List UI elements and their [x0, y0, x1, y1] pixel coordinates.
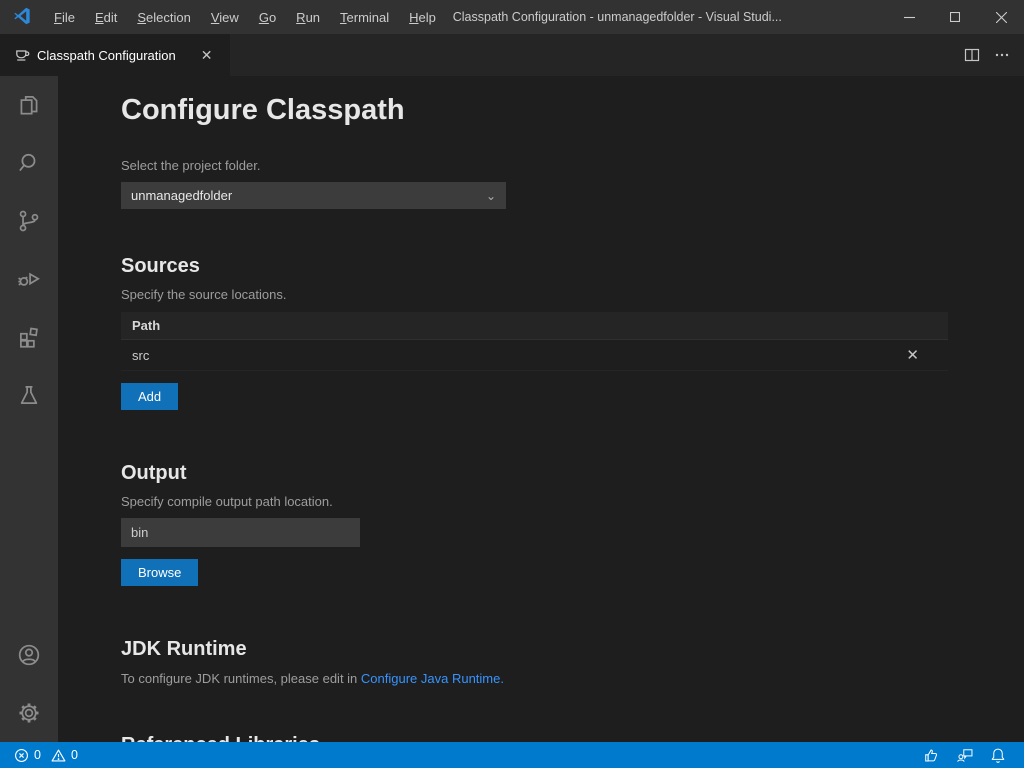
problems-indicator[interactable]: 0 0 [10, 748, 87, 763]
vscode-logo-icon [12, 7, 32, 27]
tab-close-icon[interactable]: ✕ [197, 46, 217, 65]
titlebar: File Edit Selection View Go Run Terminal… [0, 0, 1024, 34]
project-folder-label: Select the project folder. [121, 158, 1006, 173]
menu-terminal[interactable]: Terminal [332, 6, 397, 29]
errors-icon [14, 748, 29, 763]
referenced-libraries-heading: Referenced Libraries [121, 734, 1006, 742]
feedback-thumbs-up-icon[interactable] [923, 747, 940, 764]
warnings-icon [51, 748, 66, 763]
tab-label: Classpath Configuration [37, 48, 176, 63]
menu-selection[interactable]: Selection [129, 6, 198, 29]
extensions-icon[interactable] [0, 308, 58, 366]
menu-view[interactable]: View [203, 6, 247, 29]
jdk-runtime-heading: JDK Runtime [121, 638, 1006, 661]
configure-java-runtime-link[interactable]: Configure Java Runtime [361, 671, 500, 686]
source-path-value: src [132, 348, 149, 363]
vscode-window: File Edit Selection View Go Run Terminal… [0, 0, 1024, 768]
menu-run[interactable]: Run [288, 6, 328, 29]
explorer-icon[interactable] [0, 76, 58, 134]
project-folder-select[interactable]: unmanagedfolder ⌄ [121, 182, 506, 209]
split-editor-icon[interactable] [964, 47, 980, 63]
project-folder-selected-value: unmanagedfolder [131, 188, 232, 203]
output-description: Specify compile output path location. [121, 494, 1006, 509]
menu-help[interactable]: Help [401, 6, 444, 29]
status-bar: 0 0 [0, 742, 1024, 768]
chevron-down-icon: ⌄ [486, 189, 496, 203]
status-bar-right [923, 747, 1014, 764]
minimize-button[interactable] [886, 0, 932, 34]
menu-file[interactable]: File [46, 6, 83, 29]
maximize-button[interactable] [932, 0, 978, 34]
search-icon[interactable] [0, 134, 58, 192]
tweet-feedback-icon[interactable] [956, 747, 974, 764]
notifications-bell-icon[interactable] [990, 747, 1006, 764]
window-title: Classpath Configuration - unmanagedfolde… [453, 10, 782, 24]
window-controls [886, 0, 1024, 34]
close-button[interactable] [978, 0, 1024, 34]
tab-bar: Classpath Configuration ✕ [0, 34, 1024, 76]
settings-gear-icon[interactable] [0, 684, 58, 742]
testing-icon[interactable] [0, 366, 58, 424]
page-title: Configure Classpath [121, 90, 1006, 130]
browse-output-button[interactable]: Browse [121, 559, 198, 586]
activity-bar [0, 76, 58, 742]
add-source-button[interactable]: Add [121, 383, 178, 410]
jdk-runtime-text-after: . [500, 671, 504, 686]
source-control-icon[interactable] [0, 192, 58, 250]
java-cup-icon [14, 47, 30, 63]
tab-classpath-configuration[interactable]: Classpath Configuration ✕ [0, 34, 230, 76]
sources-table: Path src ✕ [121, 312, 948, 371]
error-count: 0 [34, 748, 41, 762]
sources-table-header-path: Path [121, 312, 948, 340]
classpath-configuration-page: Configure Classpath Select the project f… [58, 76, 1024, 742]
warning-count: 0 [71, 748, 78, 762]
remove-source-icon[interactable]: ✕ [888, 346, 937, 364]
run-and-debug-icon[interactable] [0, 250, 58, 308]
sources-heading: Sources [121, 255, 1006, 278]
jdk-runtime-text-before: To configure JDK runtimes, please edit i… [121, 671, 361, 686]
jdk-runtime-text: To configure JDK runtimes, please edit i… [121, 671, 1006, 686]
menu-edit[interactable]: Edit [87, 6, 125, 29]
output-path-input[interactable] [121, 518, 360, 547]
sources-description: Specify the source locations. [121, 287, 1006, 302]
menu-go[interactable]: Go [251, 6, 284, 29]
more-actions-icon[interactable] [994, 47, 1010, 63]
output-heading: Output [121, 462, 1006, 485]
account-icon[interactable] [0, 626, 58, 684]
editor-actions [964, 34, 1024, 76]
sources-table-row[interactable]: src ✕ [121, 340, 948, 371]
menu-bar: File Edit Selection View Go Run Terminal… [46, 6, 444, 29]
